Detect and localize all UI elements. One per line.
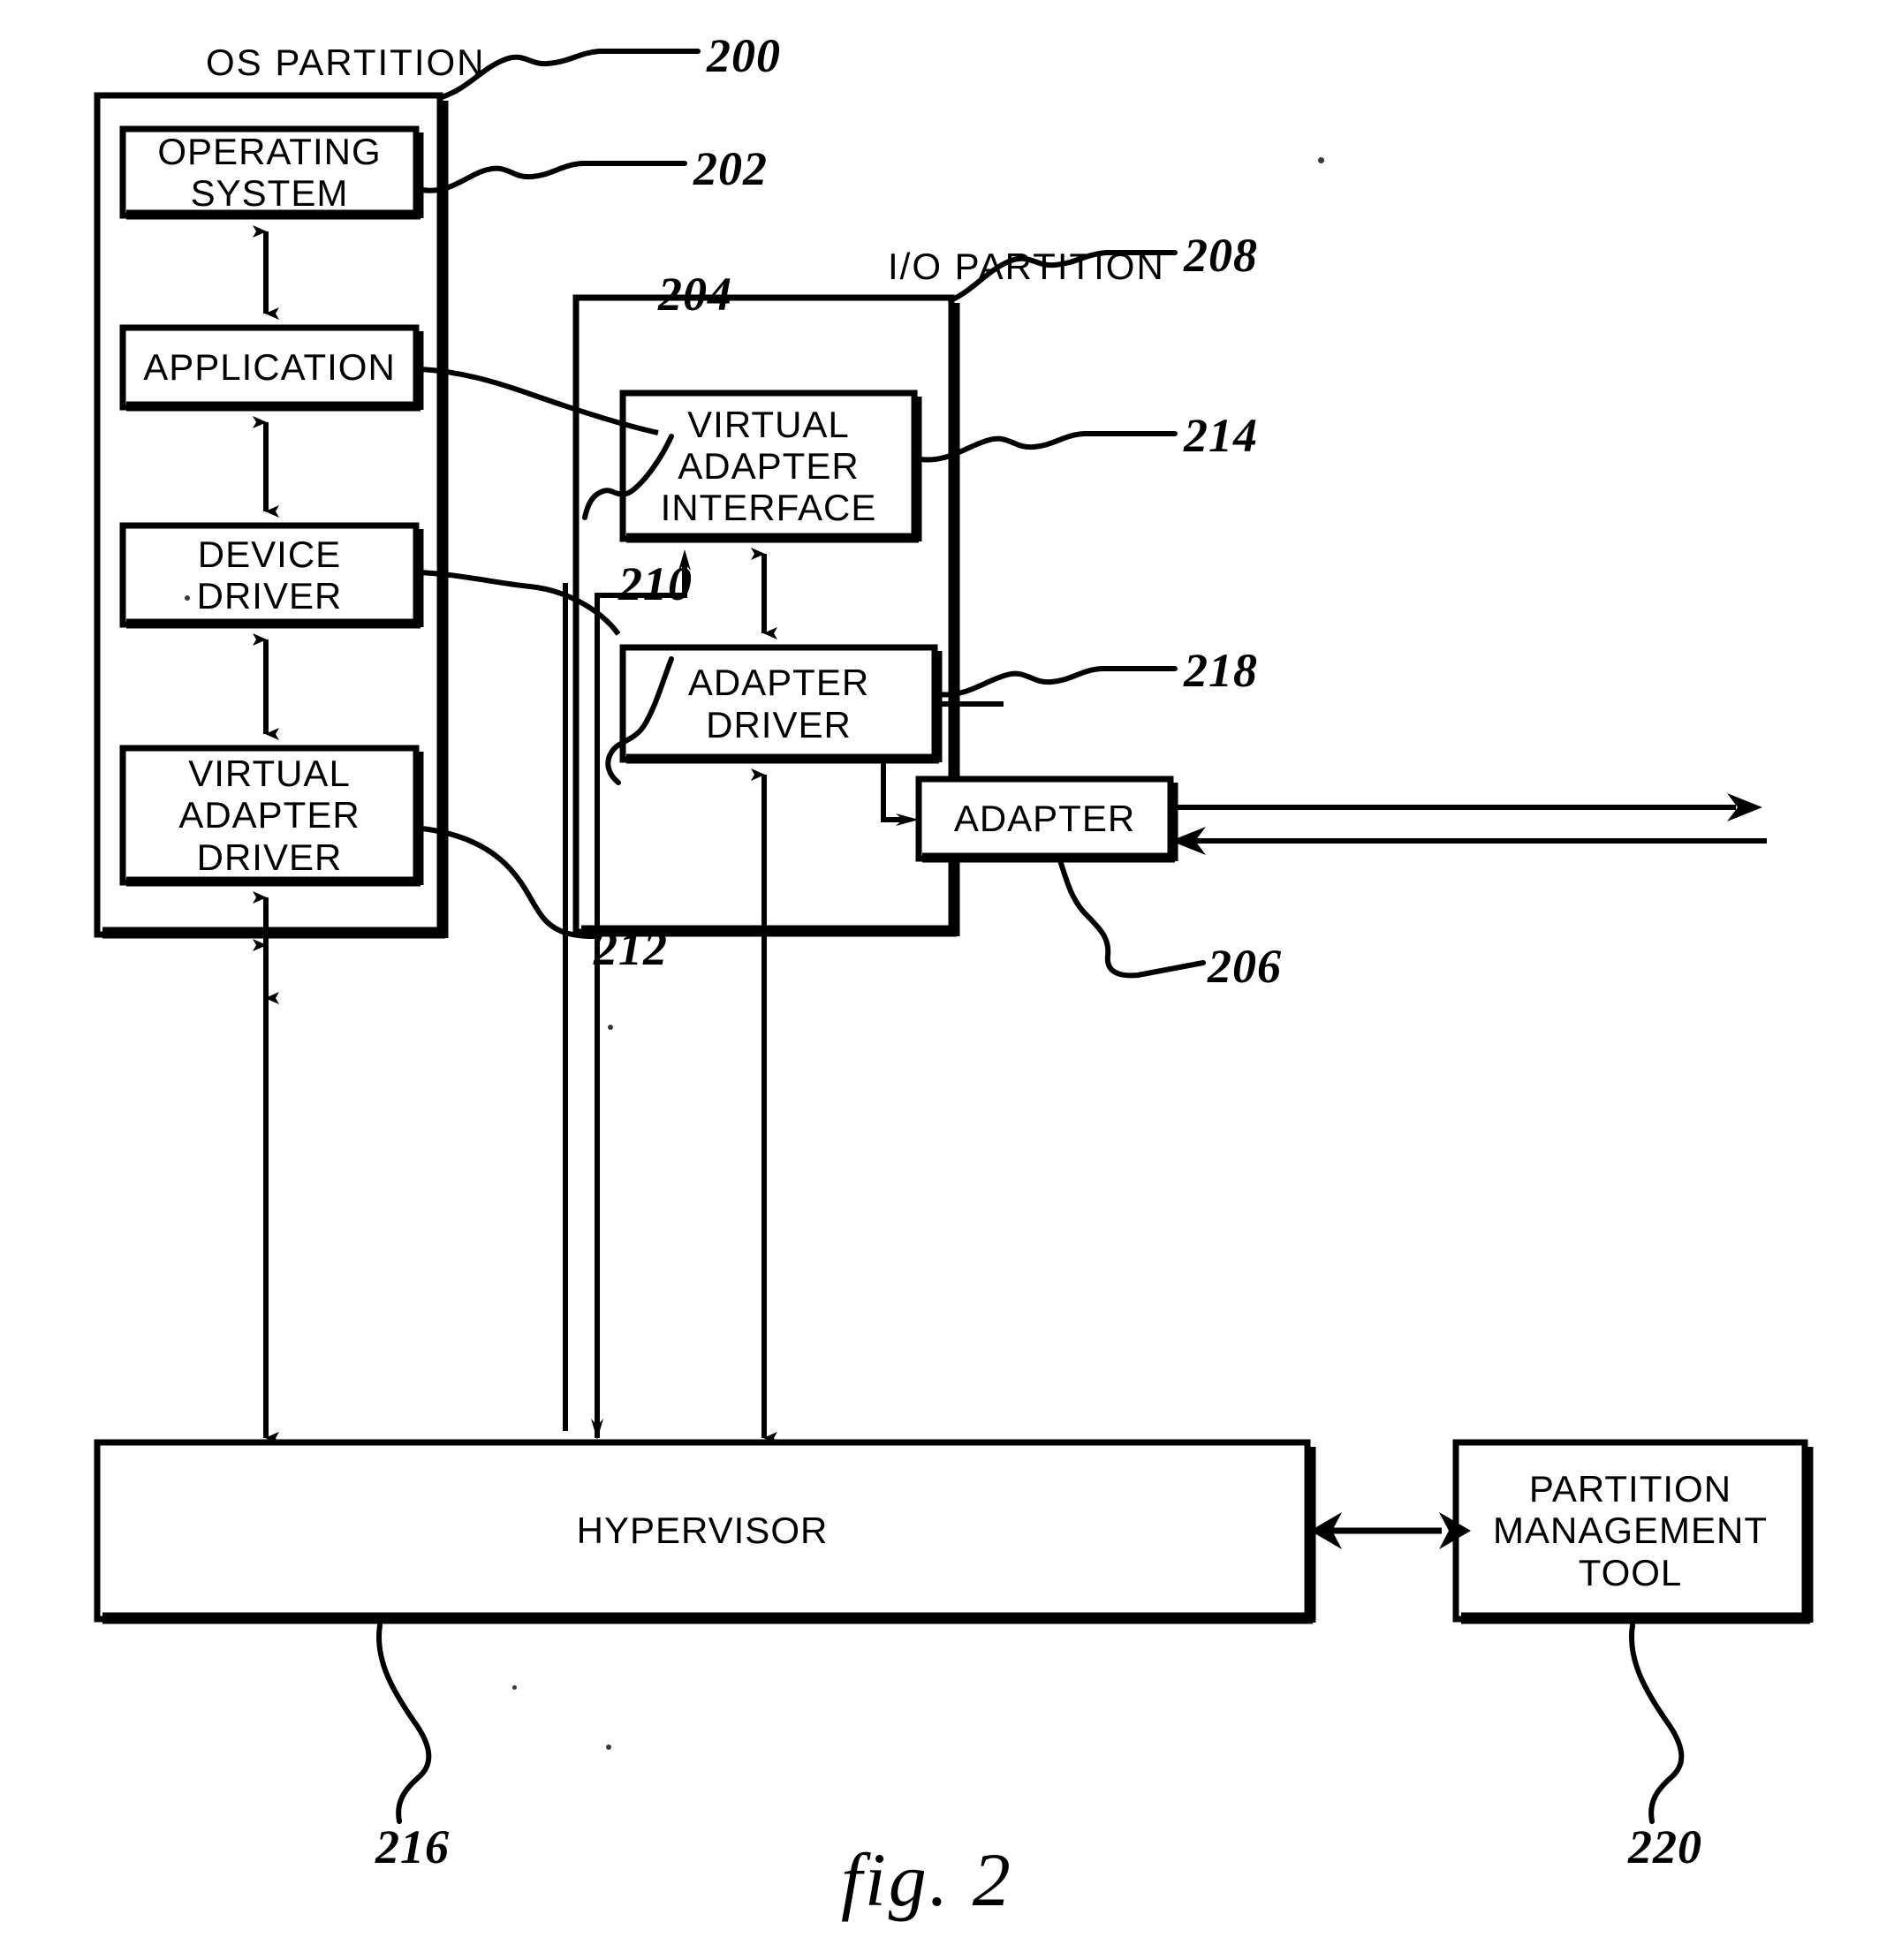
adapter-external-io-arrows	[1171, 793, 1767, 855]
scan-speck	[606, 1744, 611, 1750]
virtual-adapter-driver-box	[119, 745, 424, 887]
ref-208: 208	[1184, 229, 1258, 282]
os-partition-title: OS PARTITION	[206, 42, 486, 83]
scan-speck	[512, 1685, 517, 1690]
application-box	[119, 324, 424, 412]
virtual-adapter-interface-box	[619, 390, 922, 543]
ref-206: 206	[1208, 940, 1282, 993]
ref-210: 210	[618, 557, 693, 610]
figure-caption: fig. 2	[841, 1837, 1013, 1922]
partition-management-tool-box	[1452, 1439, 1814, 1624]
hypervisor-pmt-arrow	[1310, 1512, 1471, 1549]
ref-202: 202	[693, 142, 768, 195]
ref-214: 214	[1184, 409, 1258, 462]
ref-220: 220	[1628, 1820, 1702, 1873]
ref-204: 204	[658, 268, 732, 321]
scan-speck	[608, 1025, 613, 1030]
operating-system-box	[119, 125, 424, 220]
ref-212: 212	[594, 922, 668, 975]
adapter-driver-to-adapter-arrow	[881, 761, 919, 826]
ref-218: 218	[1184, 644, 1258, 697]
hypervisor-box	[94, 1439, 1316, 1624]
device-driver-box	[119, 522, 424, 629]
scan-speck	[1318, 157, 1324, 163]
diagram-canvas	[94, 49, 1814, 1824]
ref-200: 200	[707, 29, 781, 82]
io-partition-title: I/O PARTITION	[888, 246, 1165, 287]
patent-figure-2: OS PARTITION I/O PARTITION OPERATING SYS…	[0, 0, 1879, 1960]
scan-speck	[185, 595, 190, 601]
ref-216: 216	[375, 1820, 450, 1873]
adapter-box	[915, 776, 1178, 863]
